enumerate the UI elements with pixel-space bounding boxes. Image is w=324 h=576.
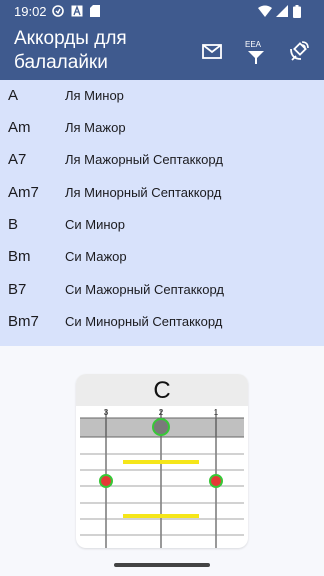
status-time: 19:02 bbox=[14, 4, 47, 19]
finger-dot bbox=[209, 474, 223, 488]
chord-row[interactable]: B Си Минор bbox=[0, 209, 324, 241]
fretboard: 3 2 1 bbox=[80, 408, 244, 548]
chord-row[interactable]: B7 Си Мажорный Септаккорд bbox=[0, 274, 324, 306]
gesture-nav-bar[interactable] bbox=[114, 563, 210, 567]
chord-name: Си Минор bbox=[65, 217, 125, 232]
chord-name: Ля Минорный Септаккорд bbox=[65, 185, 222, 200]
chord-code: B7 bbox=[8, 281, 27, 298]
mail-icon bbox=[202, 44, 222, 59]
fret-marker bbox=[123, 514, 199, 518]
sync-icon bbox=[52, 5, 64, 17]
chord-diagram-header: C bbox=[76, 374, 248, 406]
chord-row[interactable]: A Ля Минор bbox=[0, 80, 324, 112]
chord-name: Си Минорный Септаккорд bbox=[65, 314, 223, 329]
chord-name: Ля Минор bbox=[65, 88, 124, 103]
chord-row[interactable]: Am Ля Мажор bbox=[0, 112, 324, 144]
chord-row[interactable]: Am7 Ля Минорный Септаккорд bbox=[0, 177, 324, 209]
wifi-icon bbox=[258, 5, 272, 17]
fret-marker bbox=[123, 460, 199, 464]
satellite-button[interactable] bbox=[282, 36, 314, 68]
sd-card-icon bbox=[90, 5, 100, 17]
chord-title: C bbox=[153, 377, 171, 404]
battery-icon bbox=[293, 5, 301, 18]
chord-row[interactable]: A7 Ля Мажорный Септаккорд bbox=[0, 144, 324, 176]
chord-name: Си Мажорный Септаккорд bbox=[65, 282, 224, 297]
chord-diagram-card: C 3 2 1 bbox=[76, 374, 248, 548]
app-title: Аккорды для балалайки bbox=[14, 28, 127, 73]
satellite-icon bbox=[290, 41, 309, 61]
open-string-dot bbox=[152, 418, 170, 436]
chord-code: B bbox=[8, 216, 19, 233]
status-bar: 19:02 bbox=[0, 0, 324, 24]
chord-row[interactable]: Bm Си Мажор bbox=[0, 241, 324, 273]
chord-name: Си Мажор bbox=[65, 249, 127, 264]
chord-code: A7 bbox=[8, 151, 27, 168]
app-bar: Аккорды для балалайки EEA bbox=[0, 24, 324, 80]
signal-icon bbox=[276, 5, 288, 17]
chord-code: A bbox=[8, 87, 19, 104]
chord-code: Am7 bbox=[8, 184, 39, 201]
chord-list: A Ля Минор Am Ля Мажор A7 Ля Мажорный Се… bbox=[0, 80, 324, 346]
chord-code: Bm bbox=[8, 248, 31, 265]
font-icon bbox=[71, 5, 83, 17]
chord-name: Ля Мажорный Септаккорд bbox=[65, 152, 223, 167]
eea-filter-button[interactable]: EEA bbox=[240, 36, 272, 68]
mail-button[interactable] bbox=[196, 36, 228, 68]
eea-label: EEA bbox=[245, 40, 262, 49]
chord-name: Ля Мажор bbox=[65, 120, 126, 135]
chord-row[interactable]: Bm7 Си Минорный Септаккорд bbox=[0, 306, 324, 338]
chord-code: Bm7 bbox=[8, 313, 39, 330]
finger-dot bbox=[99, 474, 113, 488]
chord-code: Am bbox=[8, 119, 31, 136]
